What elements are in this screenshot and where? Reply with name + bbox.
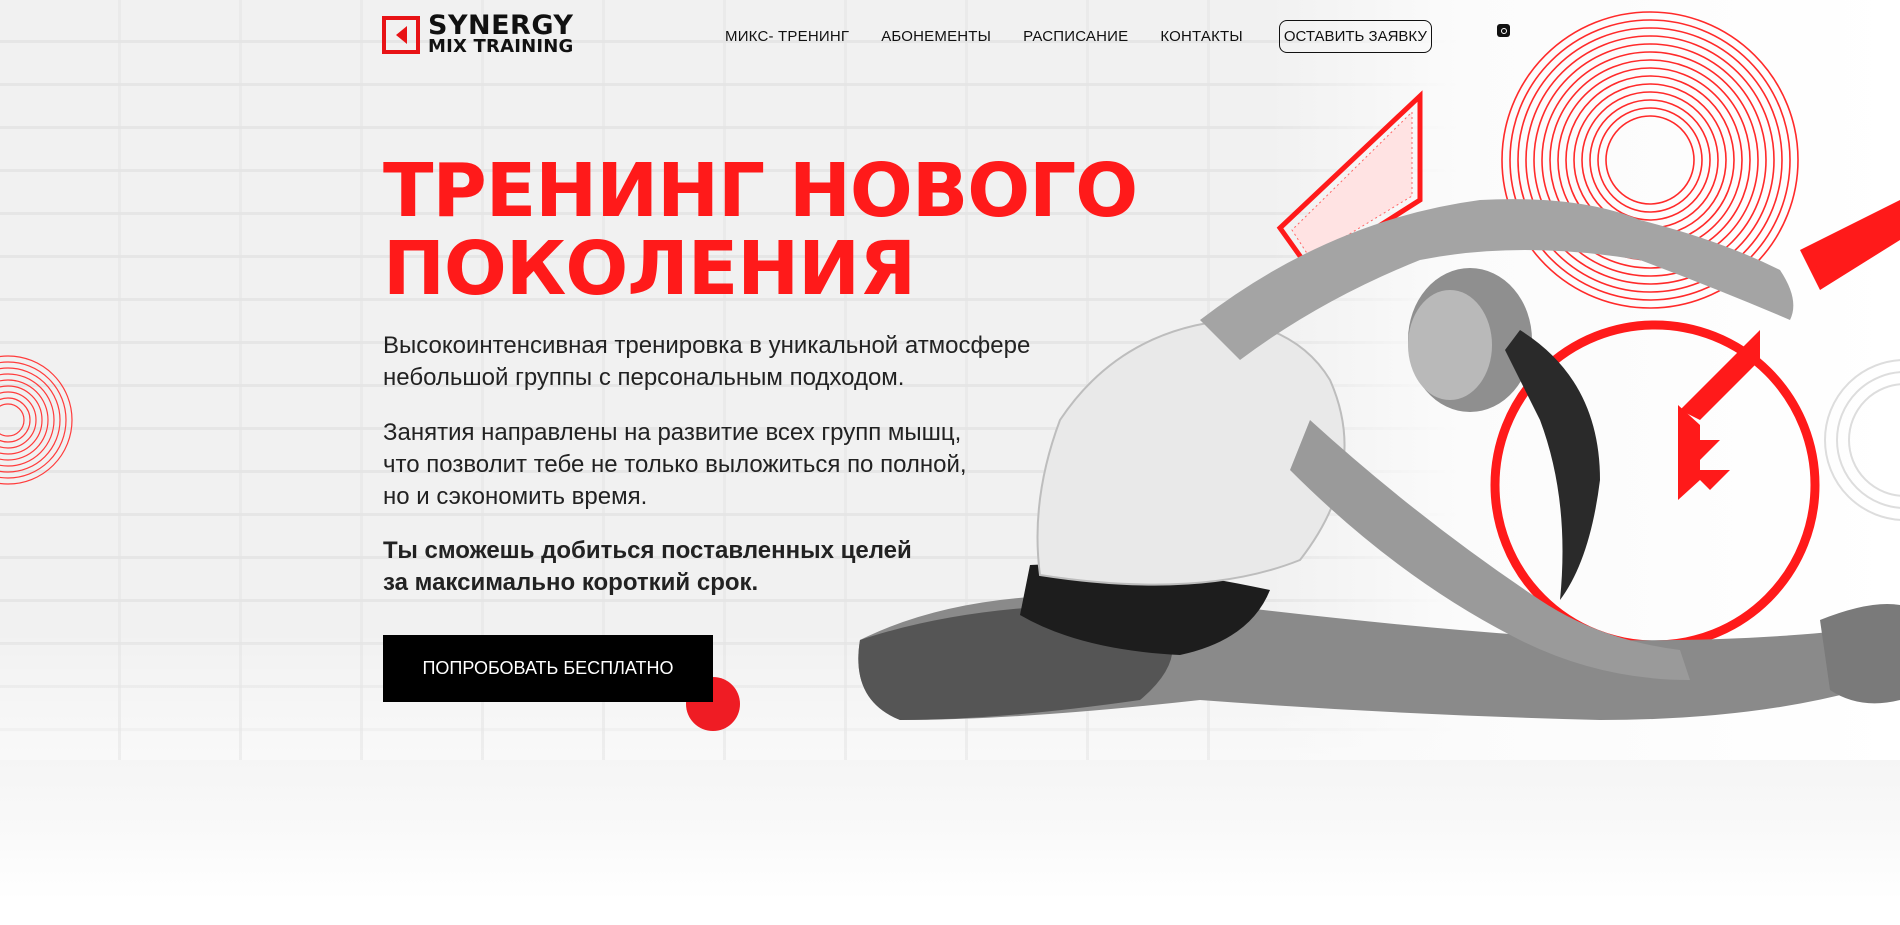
- goal-line-1: Ты сможешь добиться поставленных целей: [383, 537, 912, 564]
- window-light: [1270, 0, 1900, 780]
- goal-line-2: за максимально короткий срок.: [383, 569, 759, 596]
- nav-item-mix-training[interactable]: МИКС- ТРЕНИНГ: [725, 28, 849, 45]
- nav-item-memberships[interactable]: АБОНЕМЕНТЫ: [881, 28, 991, 45]
- intro-paragraph: Высокоинтенсивная тренировка в уникально…: [383, 330, 1143, 394]
- nav-item-contacts[interactable]: КОНТАКТЫ: [1160, 28, 1243, 45]
- intro-line-2: небольшой группы с персональным подходом…: [383, 364, 905, 391]
- title-line-1: ТРЕНИНГ НОВОГО: [383, 148, 1138, 234]
- nav-item-schedule[interactable]: РАСПИСАНИЕ: [1023, 28, 1128, 45]
- description-line-2: что позволит тебе не только выложиться п…: [383, 451, 967, 478]
- try-free-button[interactable]: ПОПРОБОВАТЬ БЕСПЛАТНО: [383, 635, 713, 702]
- hero-content: ТРЕНИНГ НОВОГО ПОКОЛЕНИЯ Высокоинтенсивн…: [383, 152, 1143, 731]
- brand-logo[interactable]: SYNERGY MIX TRAINING: [382, 12, 574, 57]
- brand-tagline: MIX TRAINING: [428, 35, 574, 57]
- instagram-icon[interactable]: [1497, 24, 1510, 37]
- site-header: SYNERGY MIX TRAINING МИКС- ТРЕНИНГ АБОНЕ…: [0, 0, 1900, 70]
- description-paragraph: Занятия направлены на развитие всех груп…: [383, 417, 1143, 513]
- title-line-2: ПОКОЛЕНИЯ: [383, 226, 916, 312]
- description-line-3: но и сэкономить время.: [383, 483, 648, 510]
- page-title: ТРЕНИНГ НОВОГО ПОКОЛЕНИЯ: [383, 152, 1143, 308]
- cta-container: ПОПРОБОВАТЬ БЕСПЛАТНО: [383, 635, 740, 731]
- logo-icon: [382, 15, 420, 54]
- intro-line-1: Высокоинтенсивная тренировка в уникально…: [383, 332, 1031, 359]
- floor: [0, 760, 1900, 900]
- goal-paragraph: Ты сможешь добиться поставленных целей з…: [383, 535, 1143, 599]
- description-line-1: Занятия направлены на развитие всех груп…: [383, 419, 962, 446]
- leave-request-button[interactable]: ОСТАВИТЬ ЗАЯВКУ: [1278, 20, 1432, 53]
- main-nav: МИКС- ТРЕНИНГ АБОНЕМЕНТЫ РАСПИСАНИЕ КОНТ…: [725, 20, 1432, 53]
